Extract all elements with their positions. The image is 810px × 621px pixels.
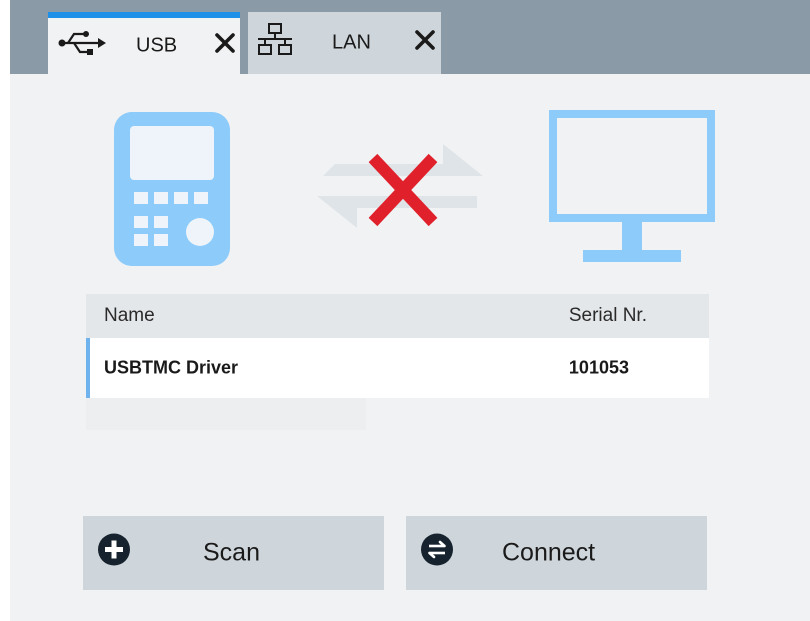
- tab-lan[interactable]: LAN: [248, 12, 441, 74]
- tab-lan-label: LAN: [332, 31, 371, 54]
- monitor-icon: [549, 110, 715, 271]
- close-icon[interactable]: [214, 32, 236, 60]
- connect-button[interactable]: Connect: [406, 516, 707, 590]
- network-icon: [256, 22, 294, 64]
- table-row[interactable]: USBTMC Driver 101053: [86, 338, 709, 398]
- disconnected-arrows-icon: [315, 136, 485, 251]
- handheld-device-icon: [114, 112, 230, 271]
- exchange-circle-icon: [420, 533, 454, 574]
- tab-bar: USB LAN: [10, 0, 810, 74]
- tab-usb-label: USB: [136, 34, 178, 57]
- plus-circle-icon: [97, 533, 131, 574]
- table-empty-area: [86, 398, 366, 430]
- scan-label: Scan: [203, 538, 260, 567]
- table-header: Name Serial Nr.: [86, 294, 709, 338]
- scan-button[interactable]: Scan: [83, 516, 384, 590]
- row-serial: 101053: [568, 357, 629, 378]
- row-name: USBTMC Driver: [104, 357, 239, 378]
- column-header-name: Name: [104, 305, 155, 326]
- connect-label: Connect: [502, 538, 596, 567]
- usb-icon: [58, 30, 106, 62]
- device-table: Name Serial Nr. USBTMC Driver 101053: [86, 294, 709, 430]
- close-icon[interactable]: [414, 29, 436, 57]
- tab-usb[interactable]: USB: [48, 12, 240, 74]
- column-header-serial: Serial Nr.: [568, 305, 647, 326]
- usb-connection-panel: USB LAN Name Serial Nr. USBTMC Driver 10…: [10, 0, 810, 621]
